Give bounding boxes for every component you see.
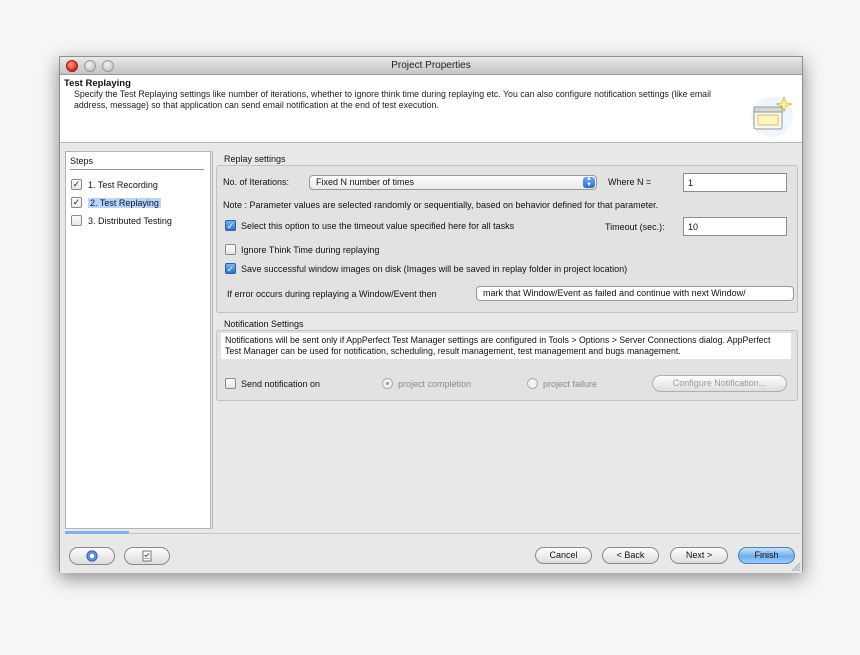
back-button[interactable]: < Back [602, 547, 659, 564]
notification-settings-group: Notifications will be sent only if AppPe… [216, 330, 798, 401]
help-icon [86, 550, 98, 562]
step-check-icon: ✓ [71, 179, 82, 190]
notification-settings-title: Notification Settings [224, 319, 304, 329]
replay-settings-title: Replay settings [224, 154, 286, 164]
radio-completion-label: project completion [398, 378, 472, 389]
checklist-button[interactable] [124, 547, 170, 565]
page-title: Test Replaying [64, 78, 131, 89]
step-label: 1. Test Recording [88, 179, 158, 190]
step-label: 3. Distributed Testing [88, 215, 172, 226]
step-unchecked-icon [71, 215, 82, 226]
save-images-checkbox[interactable]: ✓ [225, 263, 236, 274]
where-n-input[interactable] [683, 173, 787, 192]
error-action-value: mark that Window/Event as failed and con… [483, 288, 746, 298]
resize-grip-icon[interactable] [790, 561, 800, 571]
wizard-header: Test Replaying Specify the Test Replayin… [60, 75, 802, 143]
send-notification-label: Send notification on [241, 378, 321, 389]
iterations-select[interactable]: Fixed N number of times ▲ ▼ [309, 175, 597, 190]
project-properties-window: Project Properties Test Replaying Specif… [59, 56, 803, 573]
checklist-icon [142, 550, 152, 562]
radio-project-failure[interactable]: project failure [527, 378, 597, 389]
timeout-option-row[interactable]: ✓ Select this option to use the timeout … [225, 220, 514, 231]
steps-title: Steps [70, 156, 94, 166]
next-button[interactable]: Next > [670, 547, 728, 564]
step-item-distributed-testing[interactable]: 3. Distributed Testing [71, 214, 172, 227]
cancel-button[interactable]: Cancel [535, 547, 592, 564]
iterations-label: No. of Iterations: [223, 177, 290, 187]
wizard-banner-icon [751, 95, 793, 137]
save-images-label: Save successful window images on disk (I… [241, 263, 628, 274]
step-check-icon: ✓ [71, 197, 82, 208]
replay-settings-group: No. of Iterations: Fixed N number of tim… [216, 165, 798, 313]
timeout-label: Timeout (sec.): [605, 222, 665, 232]
send-notification-checkbox[interactable] [225, 378, 236, 389]
steps-divider [70, 169, 204, 170]
ignore-think-time-checkbox[interactable] [225, 244, 236, 255]
steps-panel: Steps ✓ 1. Test Recording ✓ 2. Test Repl… [65, 151, 211, 529]
footer-divider [65, 533, 801, 534]
radio-completion-indicator[interactable] [382, 378, 393, 389]
iterations-selected-value: Fixed N number of times [316, 177, 415, 187]
parameter-note: Note : Parameter values are selected ran… [223, 200, 659, 210]
ignore-think-time-label: Ignore Think Time during replaying [241, 244, 380, 255]
window-title: Project Properties [391, 60, 471, 71]
radio-failure-label: project failure [543, 378, 598, 389]
title-bar[interactable]: Project Properties [60, 57, 802, 75]
wizard-footer: Cancel < Back Next > Finish [60, 531, 802, 573]
error-action-label: If error occurs during replaying a Windo… [227, 289, 437, 299]
finish-button[interactable]: Finish [738, 547, 795, 564]
panel-scroll-indicator [65, 531, 129, 534]
select-arrows-icon: ▲ ▼ [583, 176, 595, 188]
step-item-test-recording[interactable]: ✓ 1. Test Recording [71, 178, 158, 191]
step-item-test-replaying[interactable]: ✓ 2. Test Replaying [71, 196, 161, 209]
radio-failure-indicator[interactable] [527, 378, 538, 389]
configure-notification-button[interactable]: Configure Notification... [652, 375, 787, 392]
where-n-label: Where N = [608, 177, 652, 187]
timeout-option-label: Select this option to use the timeout va… [241, 220, 515, 231]
send-notification-row[interactable]: Send notification on [225, 378, 320, 389]
settings-panel: Replay settings No. of Iterations: Fixed… [212, 151, 800, 529]
help-button[interactable] [69, 547, 115, 565]
ignore-think-time-row[interactable]: Ignore Think Time during replaying [225, 244, 379, 255]
timeout-checkbox[interactable]: ✓ [225, 220, 236, 231]
page-description: Specify the Test Replaying settings like… [74, 89, 711, 110]
step-label: 2. Test Replaying [88, 197, 161, 208]
notification-notice: Notifications will be sent only if AppPe… [221, 333, 791, 359]
save-images-row[interactable]: ✓ Save successful window images on disk … [225, 263, 627, 274]
error-action-select[interactable]: mark that Window/Event as failed and con… [476, 286, 794, 301]
radio-project-completion[interactable]: project completion [382, 378, 471, 389]
timeout-input[interactable] [683, 217, 787, 236]
